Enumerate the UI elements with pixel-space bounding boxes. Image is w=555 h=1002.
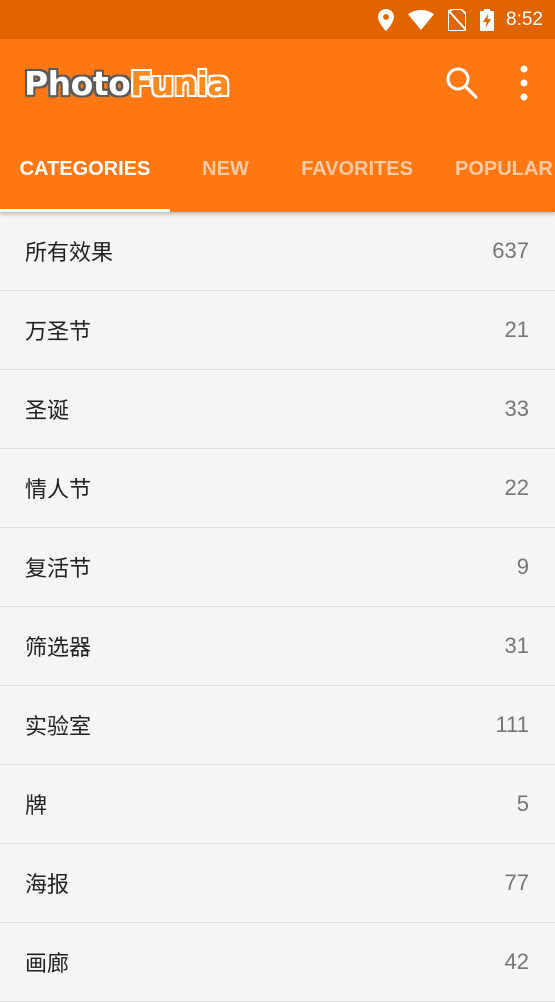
- list-item[interactable]: 情人节 22: [0, 449, 555, 528]
- category-count: 42: [504, 949, 529, 974]
- list-item[interactable]: 筛选器 31: [0, 607, 555, 686]
- list-item[interactable]: 圣诞 33: [0, 370, 555, 449]
- list-item[interactable]: 海报 77: [0, 844, 555, 923]
- toolbar: Photo Funia: [0, 39, 555, 127]
- category-count: 77: [504, 870, 529, 895]
- category-name: 画廊: [25, 952, 70, 977]
- category-name: 筛选器: [25, 636, 92, 661]
- no-sim-icon: [448, 8, 467, 31]
- category-count: 22: [504, 475, 529, 500]
- tab-bar: CATEGORIES NEW FAVORITES POPULAR: [0, 127, 555, 212]
- app-bar: Photo Funia CATEGORIES NEW FAVORITES POPU…: [0, 39, 555, 212]
- category-name: 复活节: [25, 557, 92, 582]
- category-name: 圣诞: [25, 399, 70, 424]
- category-name: 所有效果: [25, 241, 114, 266]
- tab-popular[interactable]: POPULAR: [433, 127, 555, 212]
- tab-favorites[interactable]: FAVORITES: [281, 127, 433, 212]
- search-button[interactable]: [438, 59, 486, 107]
- category-name: 实验室: [25, 715, 92, 740]
- list-item[interactable]: 牌 5: [0, 765, 555, 844]
- category-name: 海报: [25, 873, 70, 898]
- category-count: 21: [504, 317, 529, 342]
- list-item[interactable]: 画廊 42: [0, 923, 555, 1002]
- category-count: 33: [504, 396, 529, 421]
- category-count: 31: [504, 633, 529, 658]
- list-item[interactable]: 复活节 9: [0, 528, 555, 607]
- category-count: 5: [516, 791, 529, 816]
- tab-categories[interactable]: CATEGORIES: [0, 127, 170, 212]
- overflow-menu-button[interactable]: [500, 59, 548, 107]
- list-item[interactable]: 所有效果 637: [0, 212, 555, 291]
- category-count: 637: [492, 238, 529, 263]
- category-count: 9: [516, 554, 529, 579]
- tab-new[interactable]: NEW: [170, 127, 281, 212]
- list-item[interactable]: 实验室 111: [0, 686, 555, 765]
- category-name: 万圣节: [25, 320, 92, 345]
- category-count: 111: [495, 712, 529, 737]
- location-icon: [378, 8, 395, 31]
- app-logo: Photo Funia: [24, 61, 230, 105]
- overflow-menu-icon: [520, 65, 528, 101]
- logo-photo-text: Photo: [24, 63, 131, 103]
- battery-charging-icon: [480, 8, 495, 31]
- search-icon: [446, 67, 478, 99]
- status-time: 8:52: [506, 8, 543, 30]
- category-list: 所有效果 637 万圣节 21 圣诞 33 情人节 22 复活节 9 筛选器 3…: [0, 212, 555, 1002]
- category-name: 牌: [25, 794, 48, 819]
- status-bar: 8:52: [0, 0, 555, 39]
- wifi-icon: [408, 9, 435, 30]
- category-name: 情人节: [25, 478, 92, 503]
- list-item[interactable]: 万圣节 21: [0, 291, 555, 370]
- logo-funia-text: Funia: [130, 63, 230, 103]
